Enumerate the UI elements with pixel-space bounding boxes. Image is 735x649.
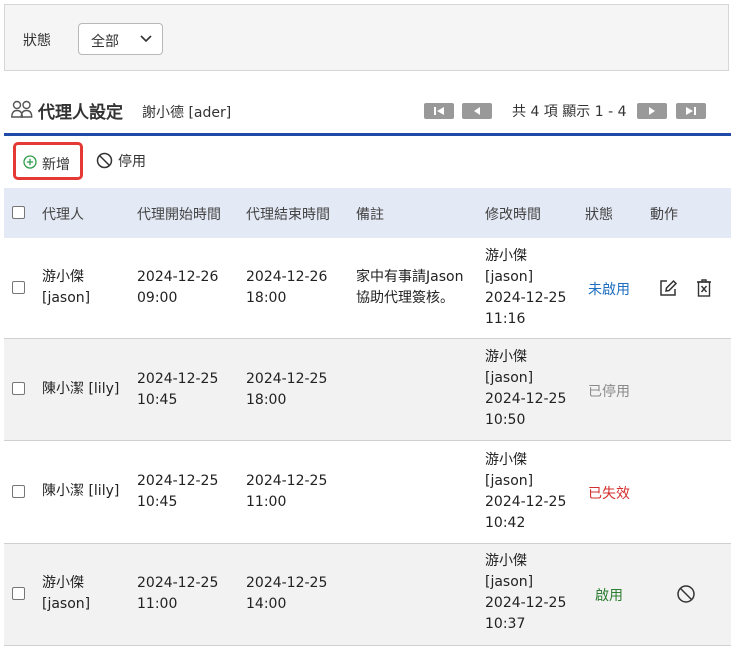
disable-icon bbox=[96, 152, 113, 169]
col-note: 備註 bbox=[356, 207, 384, 223]
disable-button-label: 停用 bbox=[118, 154, 146, 170]
modified-cell: 游小傑 [jason] 2024-12-25 10:37 bbox=[485, 553, 567, 632]
status-filter-label: 狀態 bbox=[23, 33, 51, 49]
status-filter-value: 全部 bbox=[91, 34, 119, 50]
start-time-cell: 2024-12-25 10:45 bbox=[137, 473, 219, 510]
current-user: 謝小德 [ader] bbox=[142, 105, 232, 121]
disable-icon[interactable] bbox=[676, 584, 696, 604]
last-page-icon bbox=[686, 107, 696, 115]
col-start-time: 代理開始時間 bbox=[137, 207, 221, 223]
add-circle-icon bbox=[23, 155, 37, 169]
row-checkbox[interactable] bbox=[12, 281, 25, 294]
status-badge: 啟用 bbox=[595, 588, 623, 604]
table-row: 陳小潔 [lily] 2024-12-25 10:45 2024-12-25 1… bbox=[4, 441, 731, 544]
delete-icon[interactable] bbox=[694, 278, 714, 298]
add-button[interactable]: 新增 bbox=[13, 142, 83, 180]
first-page-icon bbox=[434, 107, 444, 115]
end-time-cell: 2024-12-25 11:00 bbox=[246, 473, 328, 510]
chevron-down-icon bbox=[140, 35, 152, 43]
col-actions: 動作 bbox=[650, 207, 678, 223]
row-checkbox[interactable] bbox=[12, 382, 25, 395]
delegate-table: 代理人 代理開始時間 代理結束時間 備註 修改時間 狀態 動作 游小傑 [jas… bbox=[4, 188, 731, 646]
users-icon bbox=[11, 100, 33, 118]
edit-icon[interactable] bbox=[658, 278, 678, 298]
status-filter-select[interactable]: 全部 bbox=[78, 23, 163, 55]
row-checkbox[interactable] bbox=[12, 485, 25, 498]
agent-cell: 陳小潔 [lily] bbox=[42, 381, 120, 397]
filter-panel: 狀態 全部 bbox=[4, 4, 729, 71]
modified-cell: 游小傑 [jason] 2024-12-25 10:42 bbox=[485, 452, 567, 531]
next-page-button[interactable] bbox=[637, 103, 667, 119]
prev-page-icon bbox=[474, 107, 480, 115]
end-time-cell: 2024-12-26 18:00 bbox=[246, 269, 328, 306]
status-badge: 已停用 bbox=[588, 384, 630, 400]
col-modified: 修改時間 bbox=[485, 207, 541, 223]
select-all-checkbox[interactable] bbox=[12, 206, 25, 219]
start-time-cell: 2024-12-25 10:45 bbox=[137, 371, 219, 408]
status-badge: 未啟用 bbox=[588, 282, 630, 298]
col-status: 狀態 bbox=[585, 207, 613, 223]
table-row: 游小傑 [jason] 2024-12-25 11:00 2024-12-25 … bbox=[4, 544, 731, 646]
col-end-time: 代理結束時間 bbox=[246, 207, 330, 223]
agent-cell: 游小傑 [jason] bbox=[42, 269, 91, 306]
agent-cell: 陳小潔 [lily] bbox=[42, 483, 120, 499]
modified-cell: 游小傑 [jason] 2024-12-25 11:16 bbox=[485, 248, 567, 327]
pagination-info: 共 4 項 顯示 1 - 4 bbox=[512, 104, 627, 120]
first-page-button[interactable] bbox=[424, 103, 454, 119]
end-time-cell: 2024-12-25 14:00 bbox=[246, 575, 328, 612]
page-header: 代理人設定 謝小德 [ader] 共 4 項 顯示 1 - 4 bbox=[0, 92, 735, 132]
add-button-label: 新增 bbox=[42, 157, 70, 173]
prev-page-button[interactable] bbox=[462, 103, 492, 119]
table-header: 代理人 代理開始時間 代理結束時間 備註 修改時間 狀態 動作 bbox=[4, 188, 731, 238]
next-page-icon bbox=[649, 107, 655, 115]
table-row: 游小傑 [jason] 2024-12-26 09:00 2024-12-26 … bbox=[4, 238, 731, 339]
page-title: 代理人設定 bbox=[38, 103, 123, 123]
agent-cell: 游小傑 [jason] bbox=[42, 575, 91, 612]
status-badge: 已失效 bbox=[588, 486, 630, 502]
start-time-cell: 2024-12-25 11:00 bbox=[137, 575, 219, 612]
modified-cell: 游小傑 [jason] 2024-12-25 10:50 bbox=[485, 349, 567, 428]
col-agent: 代理人 bbox=[42, 207, 84, 223]
table-row: 陳小潔 [lily] 2024-12-25 10:45 2024-12-25 1… bbox=[4, 339, 731, 441]
toolbar: 新增 停用 bbox=[4, 136, 731, 188]
start-time-cell: 2024-12-26 09:00 bbox=[137, 269, 219, 306]
end-time-cell: 2024-12-25 18:00 bbox=[246, 371, 328, 408]
note-cell: 家中有事請Jason 協助代理簽核。 bbox=[356, 269, 464, 306]
row-checkbox[interactable] bbox=[12, 587, 25, 600]
last-page-button[interactable] bbox=[676, 103, 706, 119]
